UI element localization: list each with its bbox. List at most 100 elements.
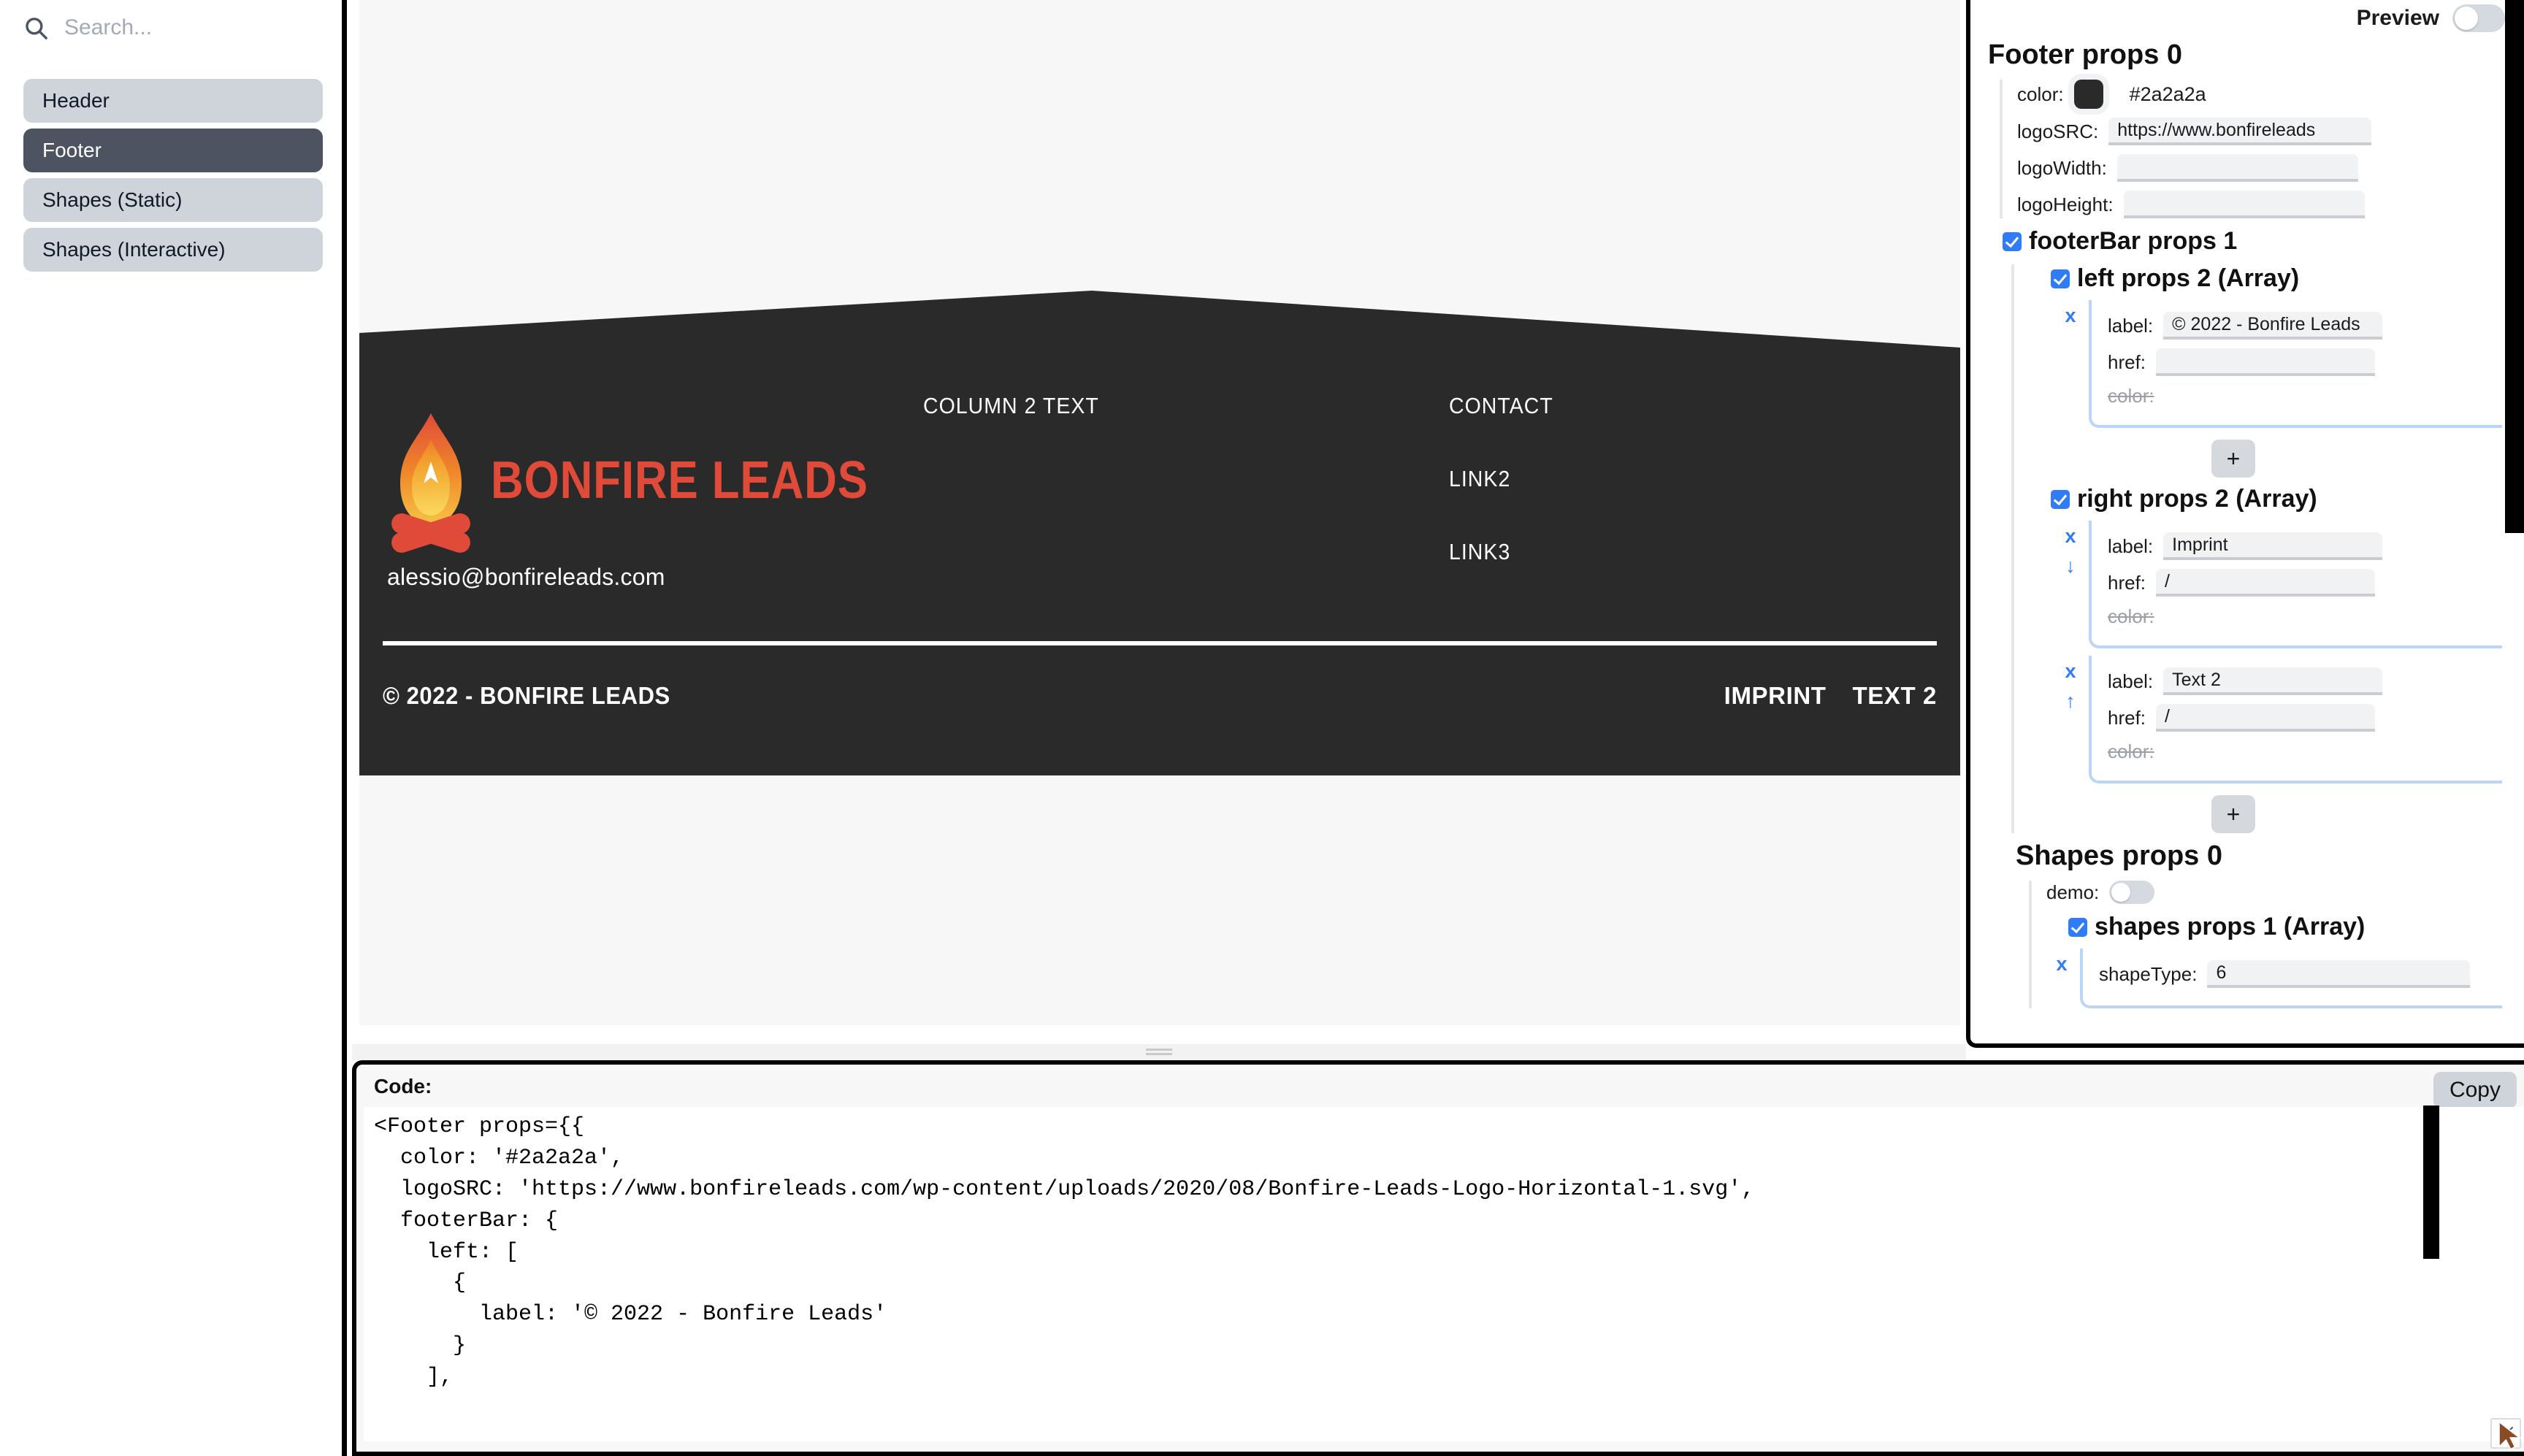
remove-item-button[interactable]: x [2056, 954, 2067, 974]
scrollbar-thumb[interactable] [2505, 0, 2524, 533]
sidebar-item-shapes-static[interactable]: Shapes (Static) [23, 178, 323, 222]
code-text[interactable]: <Footer props={{ color: '#2a2a2a', logoS… [364, 1107, 2524, 1441]
label-field-label: label: [2108, 670, 2154, 692]
copy-button[interactable]: Copy [2433, 1072, 2517, 1108]
demo-toggle[interactable] [2109, 881, 2155, 904]
move-down-icon[interactable]: ↓ [2065, 556, 2076, 576]
logoheight-field-label: logoHeight: [2017, 193, 2114, 215]
label-field-label: label: [2108, 314, 2154, 337]
remove-item-button[interactable]: x [2065, 662, 2076, 681]
demo-field-row: demo: [2046, 881, 2502, 904]
shapetype-field-label: shapeType: [2099, 962, 2198, 985]
footer-link-3[interactable]: LINK3 [1449, 539, 1879, 565]
shapes-array-item: x shapeType: [2049, 949, 2502, 1008]
right-props-header: right props 2 (Array) [2051, 485, 2502, 513]
footer-bar-left-label: © 2022 - BONFIRE LEADS [383, 682, 670, 709]
search-icon [23, 15, 48, 40]
preview-toggle-row: Preview [2357, 4, 2505, 32]
href-input[interactable] [2156, 569, 2376, 597]
footer-content: BONFIRE LEADS alessio@bonfireleads.com C… [359, 276, 1960, 775]
right-props-checkbox[interactable] [2051, 489, 2070, 509]
footer-column-2: COLUMN 2 TEXT [923, 393, 1449, 591]
footer-bar-link-text2[interactable]: TEXT 2 [1853, 682, 1937, 710]
right-props-title: right props 2 (Array) [2077, 485, 2317, 513]
color-field-label: color: [2017, 83, 2064, 105]
sidebar-item-footer[interactable]: Footer [23, 129, 323, 172]
bonfire-logo-icon [383, 407, 479, 553]
left-item-fields: label: href: color: [2089, 300, 2502, 428]
left-props-checkbox[interactable] [2051, 269, 2070, 288]
label-field-label: label: [2108, 534, 2154, 557]
props-scroll-area: Footer props 0 color: #2a2a2a logoSRC: l… [1970, 35, 2502, 1043]
label-input[interactable] [2163, 312, 2383, 340]
brand-logo: BONFIRE LEADS [383, 407, 923, 553]
footerbar-checkbox[interactable] [2003, 231, 2022, 251]
code-panel-heading: Code: [374, 1075, 432, 1097]
label-input[interactable] [2163, 667, 2383, 695]
color-hex-value: #2a2a2a [2129, 83, 2206, 105]
footer-bar: © 2022 - BONFIRE LEADS IMPRINT TEXT 2 [383, 670, 1937, 721]
footer-divider [383, 641, 1937, 645]
code-panel-scrollbar[interactable] [2423, 1106, 2439, 1259]
remove-item-button[interactable]: x [2065, 526, 2076, 546]
footerbar-props-header: footerBar props 1 [2003, 227, 2502, 256]
shapes-props-group: demo: shapes props 1 (Array) x shapeType… [2029, 881, 2502, 1008]
href-field-label: href: [2108, 706, 2146, 729]
logowidth-input[interactable] [2116, 154, 2358, 182]
color-disabled-row: color: [2108, 740, 2502, 763]
right-item-fields: label: href: color: [2089, 521, 2502, 648]
right-array-item: x ↓ label: href: color: [2058, 521, 2502, 648]
search-bar[interactable] [23, 7, 323, 48]
right-add-item-button[interactable]: + [2211, 795, 2255, 833]
href-input[interactable] [2156, 348, 2376, 376]
preview-toggle[interactable] [2452, 4, 2505, 32]
shapetype-input[interactable] [2207, 960, 2471, 988]
footer-email: alessio@bonfireleads.com [387, 564, 665, 590]
left-item-controls: x [2058, 300, 2083, 326]
footer-link-2[interactable]: LINK2 [1449, 466, 1879, 492]
shapes-item-controls: x [2049, 949, 2074, 974]
label-input[interactable] [2163, 532, 2383, 560]
panel-resize-splitter[interactable] [352, 1044, 1966, 1060]
color-swatch[interactable] [2073, 80, 2103, 109]
left-add-item-button[interactable]: + [2211, 440, 2255, 478]
remove-item-button[interactable]: x [2065, 306, 2076, 326]
demo-field-label: demo: [2046, 881, 2100, 903]
logoheight-input[interactable] [2123, 191, 2365, 218]
toggle-knob-icon [2455, 7, 2478, 30]
footer-props-group: color: #2a2a2a logoSRC: logoWidth: logoH… [2000, 80, 2502, 218]
color-disabled-label: color: [2108, 385, 2154, 407]
shapes-array-header: shapes props 1 (Array) [2068, 913, 2502, 941]
footer-column-1: BONFIRE LEADS alessio@bonfireleads.com [383, 393, 923, 591]
footerbar-props-title: footerBar props 1 [2029, 227, 2238, 255]
footer-bar-link-imprint[interactable]: IMPRINT [1724, 682, 1827, 710]
color-disabled-row: color: [2108, 385, 2502, 407]
sidebar-item-label: Footer [42, 139, 102, 161]
sidebar-item-label: Shapes (Interactive) [42, 238, 226, 261]
shapes-array-checkbox[interactable] [2068, 917, 2087, 937]
shapes-item-fields: shapeType: [2080, 949, 2502, 1008]
label-field-row: label: [2108, 532, 2502, 560]
href-field-label: href: [2108, 571, 2146, 594]
sidebar: Header Footer Shapes (Static) Shapes (In… [0, 0, 347, 1456]
sidebar-item-shapes-interactive[interactable]: Shapes (Interactive) [23, 228, 323, 272]
logowidth-field-row: logoWidth: [2017, 154, 2502, 182]
preview-canvas: BONFIRE LEADS alessio@bonfireleads.com C… [359, 0, 1960, 1025]
href-field-row: href: [2108, 348, 2502, 376]
search-input[interactable] [63, 15, 311, 41]
color-disabled-row: color: [2108, 605, 2502, 628]
sidebar-item-header[interactable]: Header [23, 79, 323, 123]
footer-columns: BONFIRE LEADS alessio@bonfireleads.com C… [383, 393, 1937, 591]
props-panel-scrollbar[interactable] [2505, 0, 2524, 1043]
href-input[interactable] [2156, 704, 2376, 732]
sidebar-item-label: Shapes (Static) [42, 188, 183, 211]
right-array-item: x ↑ label: href: color: [2058, 656, 2502, 783]
footer-bar-right-links: IMPRINT TEXT 2 [1724, 682, 1937, 710]
logosrc-input[interactable] [2108, 118, 2372, 145]
color-field-row: color: #2a2a2a [2017, 80, 2502, 109]
shapes-array-title: shapes props 1 (Array) [2095, 913, 2366, 940]
right-item-fields: label: href: color: [2089, 656, 2502, 783]
footer-column3-heading: CONTACT [1449, 393, 1553, 418]
left-props-title: left props 2 (Array) [2077, 264, 2300, 292]
move-up-icon[interactable]: ↑ [2065, 691, 2076, 711]
